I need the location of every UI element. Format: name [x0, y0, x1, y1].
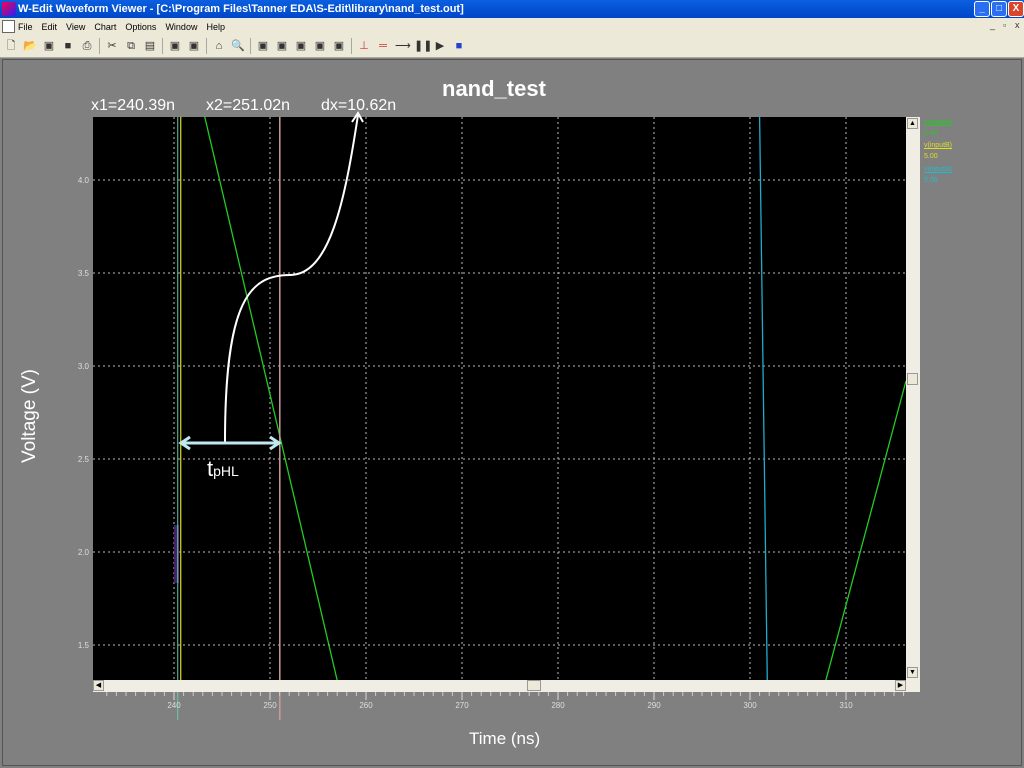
horizontal-scroll-thumb[interactable] — [527, 680, 541, 691]
horizontal-scrollbar[interactable]: ◀ ▶ — [93, 680, 920, 692]
x-axis-label: Time (ns) — [469, 729, 541, 748]
x-tick-label: 290 — [647, 701, 661, 710]
vertical-scroll-thumb[interactable] — [907, 373, 918, 385]
cursor-dx-readout: dx=10.62n — [321, 97, 397, 114]
x-tick-label: 310 — [839, 701, 853, 710]
plot-background — [93, 117, 906, 680]
legend-inputb-name[interactable]: v(inputB) — [924, 142, 952, 149]
waveform-chart: 240 250 260 270 280 290 300 310 4.0 3.5 3.0 2.5 2.0 1… — [78, 111, 907, 720]
x-tick-label: 300 — [743, 701, 757, 710]
legend-output-value: 2.44 — [924, 130, 938, 137]
vertical-scrollbar[interactable]: ▲ ▼ — [906, 117, 920, 680]
scroll-down-button[interactable]: ▼ — [907, 667, 918, 678]
y-axis-label: Voltage (V) — [19, 369, 40, 463]
y-tick-label: 2.0 — [78, 548, 90, 557]
legend-inputb-value: 5.00 — [924, 153, 938, 160]
tphl-subscript: pHL — [213, 463, 239, 479]
cursor-x2-readout: x2=251.02n — [206, 97, 291, 114]
legend-output-name[interactable]: v(output) — [924, 119, 952, 126]
legend-inputa-name[interactable]: v(inputA) — [924, 166, 952, 173]
legend-inputa-value: 5.00 — [924, 177, 938, 184]
chart-title: nand_test — [442, 76, 546, 101]
y-tick-label: 4.0 — [78, 176, 90, 185]
tphl-label: tpHL — [207, 456, 239, 482]
scroll-left-button[interactable]: ◀ — [93, 680, 104, 691]
scroll-up-button[interactable]: ▲ — [907, 118, 918, 129]
x-tick-label: 280 — [551, 701, 565, 710]
cursor-x1-readout: x1=240.39n — [91, 97, 176, 114]
y-tick-label: 3.5 — [78, 269, 90, 278]
y-tick-label: 2.5 — [78, 455, 90, 464]
glitch-marker — [174, 525, 179, 583]
x-tick-label: 270 — [455, 701, 469, 710]
x-tick-label: 260 — [359, 701, 373, 710]
y-tick-label: 1.5 — [78, 641, 90, 650]
y-tick-label: 3.0 — [78, 362, 90, 371]
x-tick-label: 250 — [263, 701, 277, 710]
x-tick-label: 240 — [167, 701, 181, 710]
scroll-right-button[interactable]: ▶ — [895, 680, 906, 691]
